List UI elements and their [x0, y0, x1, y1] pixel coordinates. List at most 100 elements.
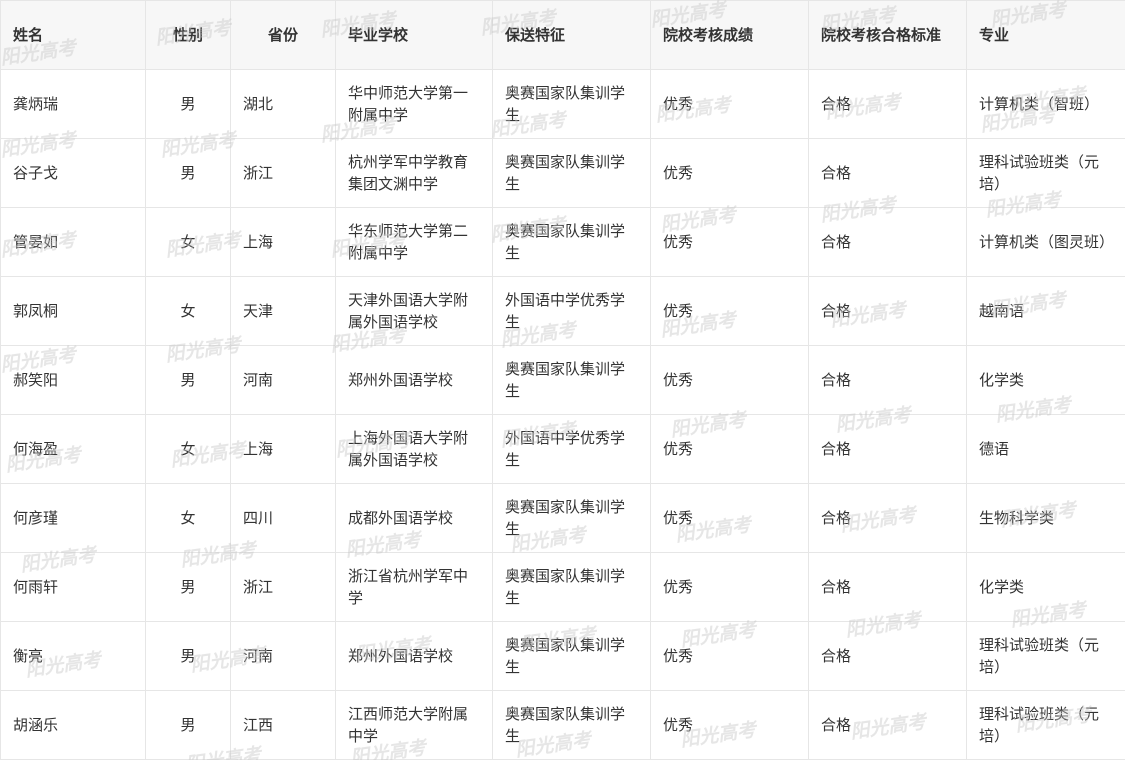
cell-standard: 合格	[808, 552, 967, 622]
cell-major: 计算机类（智班）	[966, 69, 1125, 139]
cell-major: 理科试验班类（元培）	[966, 621, 1125, 691]
cell-standard: 合格	[808, 207, 967, 277]
table-row: 郝笑阳男河南 郑州外国语学校 奥赛国家队集训学生 优秀 合格 化学类	[0, 345, 1125, 415]
cell-score: 优秀	[650, 621, 809, 691]
cell-province: 浙江	[230, 552, 336, 622]
cell-feature: 奥赛国家队集训学生	[492, 690, 651, 760]
header-school: 毕业学校	[335, 0, 493, 70]
cell-name: 何彦瑾	[0, 483, 146, 553]
cell-score: 优秀	[650, 552, 809, 622]
cell-name: 谷子戈	[0, 138, 146, 208]
cell-gender: 男	[145, 69, 231, 139]
cell-score: 优秀	[650, 414, 809, 484]
cell-school: 上海外国语大学附属外国语学校	[335, 414, 493, 484]
cell-gender: 女	[145, 483, 231, 553]
header-row: 姓名 性别 省份 毕业学校 保送特征 院校考核成绩 院校考核合格标准 专业	[0, 0, 1125, 70]
cell-score: 优秀	[650, 69, 809, 139]
cell-province: 湖北	[230, 69, 336, 139]
cell-school: 华东师范大学第二附属中学	[335, 207, 493, 277]
cell-feature: 奥赛国家队集训学生	[492, 345, 651, 415]
cell-standard: 合格	[808, 483, 967, 553]
cell-school: 天津外国语大学附属外国语学校	[335, 276, 493, 346]
cell-name: 龚炳瑞	[0, 69, 146, 139]
table-header: 姓名 性别 省份 毕业学校 保送特征 院校考核成绩 院校考核合格标准 专业	[0, 0, 1125, 70]
header-standard: 院校考核合格标准	[808, 0, 967, 70]
cell-major: 德语	[966, 414, 1125, 484]
cell-major: 理科试验班类（元培）	[966, 690, 1125, 760]
table-row: 郭凤桐女天津 天津外国语大学附属外国语学校 外国语中学优秀学生 优秀 合格 越南语	[0, 276, 1125, 346]
cell-name: 郭凤桐	[0, 276, 146, 346]
cell-feature: 外国语中学优秀学生	[492, 414, 651, 484]
table-row: 胡涵乐男江西 江西师范大学附属中学 奥赛国家队集训学生 优秀 合格 理科试验班类（元培）	[0, 690, 1125, 760]
cell-school: 成都外国语学校	[335, 483, 493, 553]
cell-major: 越南语	[966, 276, 1125, 346]
cell-gender: 女	[145, 414, 231, 484]
cell-province: 天津	[230, 276, 336, 346]
cell-province: 河南	[230, 345, 336, 415]
cell-feature: 奥赛国家队集训学生	[492, 138, 651, 208]
cell-score: 优秀	[650, 483, 809, 553]
cell-name: 何海盈	[0, 414, 146, 484]
cell-standard: 合格	[808, 621, 967, 691]
cell-school: 杭州学军中学教育集团文渊中学	[335, 138, 493, 208]
cell-major: 化学类	[966, 345, 1125, 415]
cell-standard: 合格	[808, 276, 967, 346]
cell-school: 浙江省杭州学军中学	[335, 552, 493, 622]
table-row: 何彦瑾女四川 成都外国语学校 奥赛国家队集训学生 优秀 合格 生物科学类	[0, 483, 1125, 553]
student-table: 姓名 性别 省份 毕业学校 保送特征 院校考核成绩 院校考核合格标准 专业 龚炳…	[0, 0, 1125, 760]
cell-province: 上海	[230, 414, 336, 484]
cell-feature: 外国语中学优秀学生	[492, 276, 651, 346]
cell-name: 何雨轩	[0, 552, 146, 622]
table-row: 衡亮男河南 郑州外国语学校 奥赛国家队集训学生 优秀 合格 理科试验班类（元培）	[0, 621, 1125, 691]
cell-score: 优秀	[650, 276, 809, 346]
header-province: 省份	[230, 0, 336, 70]
table-row: 谷子戈男浙江 杭州学军中学教育集团文渊中学 奥赛国家队集训学生 优秀 合格 理科试验班类（…	[0, 138, 1125, 208]
cell-score: 优秀	[650, 207, 809, 277]
header-score: 院校考核成绩	[650, 0, 809, 70]
cell-score: 优秀	[650, 345, 809, 415]
cell-province: 河南	[230, 621, 336, 691]
header-name: 姓名	[0, 0, 146, 70]
cell-school: 郑州外国语学校	[335, 621, 493, 691]
cell-score: 优秀	[650, 690, 809, 760]
cell-feature: 奥赛国家队集训学生	[492, 207, 651, 277]
cell-school: 华中师范大学第一附属中学	[335, 69, 493, 139]
cell-province: 四川	[230, 483, 336, 553]
cell-province: 江西	[230, 690, 336, 760]
cell-score: 优秀	[650, 138, 809, 208]
cell-name: 管晏如	[0, 207, 146, 277]
cell-gender: 男	[145, 690, 231, 760]
cell-gender: 男	[145, 621, 231, 691]
cell-feature: 奥赛国家队集训学生	[492, 621, 651, 691]
cell-name: 胡涵乐	[0, 690, 146, 760]
table-body: 龚炳瑞男湖北 华中师范大学第一附属中学 奥赛国家队集训学生 优秀 合格 计算机类（智班）谷…	[0, 69, 1125, 760]
cell-school: 郑州外国语学校	[335, 345, 493, 415]
cell-major: 生物科学类	[966, 483, 1125, 553]
cell-school: 江西师范大学附属中学	[335, 690, 493, 760]
cell-major: 理科试验班类（元培）	[966, 138, 1125, 208]
table-row: 何雨轩男浙江 浙江省杭州学军中学 奥赛国家队集训学生 优秀 合格 化学类	[0, 552, 1125, 622]
cell-gender: 男	[145, 138, 231, 208]
cell-feature: 奥赛国家队集训学生	[492, 552, 651, 622]
cell-standard: 合格	[808, 345, 967, 415]
cell-gender: 女	[145, 207, 231, 277]
cell-feature: 奥赛国家队集训学生	[492, 483, 651, 553]
cell-major: 化学类	[966, 552, 1125, 622]
cell-major: 计算机类（图灵班）	[966, 207, 1125, 277]
cell-standard: 合格	[808, 69, 967, 139]
header-gender: 性别	[145, 0, 231, 70]
cell-standard: 合格	[808, 690, 967, 760]
cell-standard: 合格	[808, 414, 967, 484]
header-major: 专业	[966, 0, 1125, 70]
cell-province: 上海	[230, 207, 336, 277]
cell-name: 衡亮	[0, 621, 146, 691]
cell-feature: 奥赛国家队集训学生	[492, 69, 651, 139]
table-row: 何海盈女上海 上海外国语大学附属外国语学校 外国语中学优秀学生 优秀 合格 德语	[0, 414, 1125, 484]
cell-province: 浙江	[230, 138, 336, 208]
cell-gender: 男	[145, 552, 231, 622]
table-row: 龚炳瑞男湖北 华中师范大学第一附属中学 奥赛国家队集训学生 优秀 合格 计算机类（智班）	[0, 69, 1125, 139]
cell-gender: 女	[145, 276, 231, 346]
table-row: 管晏如女上海 华东师范大学第二附属中学 奥赛国家队集训学生 优秀 合格 计算机类（图灵班）	[0, 207, 1125, 277]
cell-standard: 合格	[808, 138, 967, 208]
cell-name: 郝笑阳	[0, 345, 146, 415]
